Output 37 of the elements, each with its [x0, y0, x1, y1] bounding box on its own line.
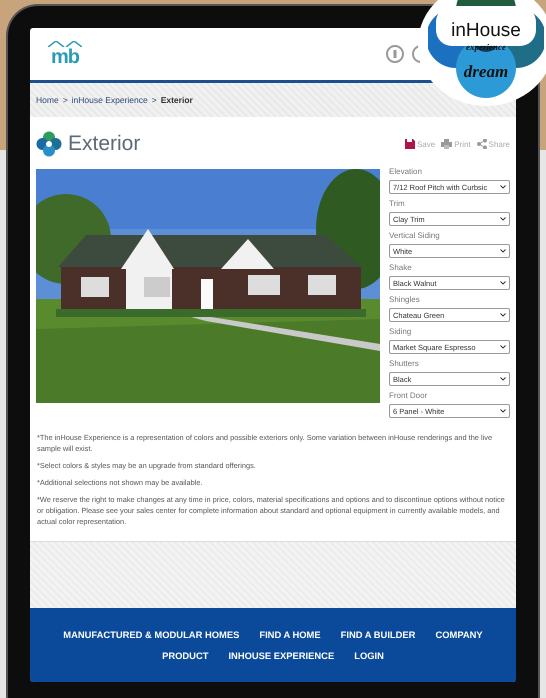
footer-link[interactable]: MANUFACTURED & MODULAR HOMES: [63, 629, 240, 640]
footer-link[interactable]: LOGIN: [354, 650, 384, 661]
chevron-icon: [500, 345, 506, 349]
chevron-icon: [500, 217, 506, 221]
footer-link[interactable]: COMPANY: [435, 629, 483, 640]
footer-link[interactable]: FIND A HOME: [259, 629, 321, 640]
footer-link[interactable]: FIND A BUILDER: [340, 629, 416, 640]
field-label: Shingles: [389, 295, 421, 305]
field-label: Vertical Siding: [389, 231, 441, 241]
footer-link[interactable]: INHOUSE EXPERIENCE: [228, 650, 334, 661]
field-label: Elevation: [389, 167, 423, 177]
field-label: Siding: [389, 327, 412, 337]
field-label: Trim: [389, 199, 406, 209]
social-icon[interactable]: [412, 45, 420, 63]
chevron-icon: [500, 249, 506, 253]
field-label: Shake: [389, 263, 413, 273]
printer-icon: [441, 139, 452, 149]
field-label: Front Door: [389, 391, 428, 401]
breadcrumb-link[interactable]: Home: [36, 95, 59, 105]
badge-title: inHouse: [450, 20, 522, 42]
chevron-icon: [500, 377, 506, 381]
breadcrumb-link[interactable]: inHouse Experience: [72, 95, 148, 105]
field-label: Shutters: [389, 359, 420, 369]
breadcrumb-separator: >: [62, 95, 68, 105]
social-icon[interactable]: [386, 45, 404, 63]
badge-subtitle: experience: [465, 42, 507, 52]
houses-logo-icon: [48, 41, 82, 47]
breadcrumb-separator: >: [152, 95, 157, 105]
chevron-icon: [500, 313, 506, 317]
chevron-icon: [500, 185, 506, 189]
page-title: Exterior: [68, 132, 140, 156]
chevron-icon: [500, 281, 506, 285]
share-icon: [476, 139, 487, 149]
badge-tagline: dream: [462, 62, 510, 82]
footer-link[interactable]: PRODUCT: [162, 650, 208, 661]
chevron-icon: [500, 409, 506, 413]
clover-logo-icon: [36, 131, 62, 157]
